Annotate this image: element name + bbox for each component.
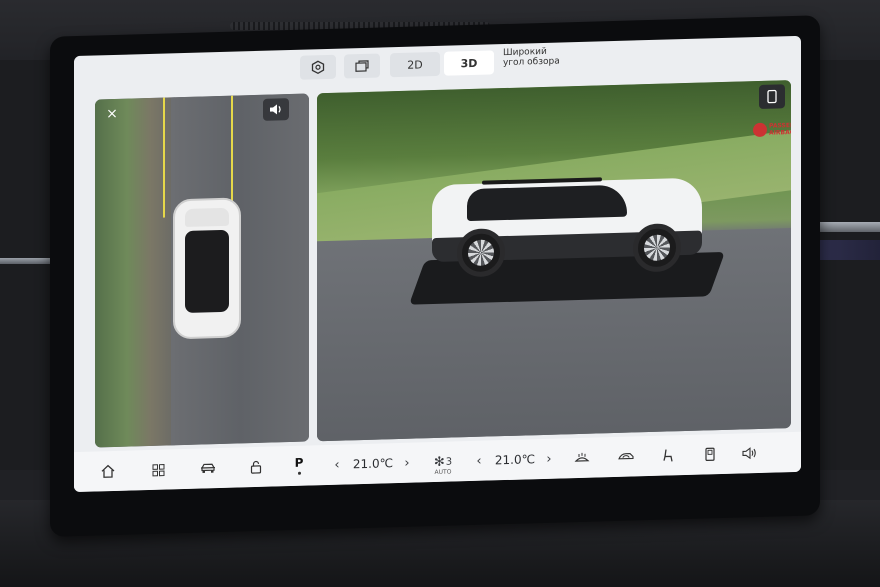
door-icon[interactable] — [698, 442, 722, 467]
car-hood — [185, 207, 229, 227]
3d-camera-view[interactable]: PASSENGER AIRBAG ON — [317, 80, 791, 442]
infotainment-screen: 2D 3D Широкий угол обзора × PASSENGER AI… — [74, 35, 801, 493]
left-temp-decrease-button[interactable]: ‹ — [330, 453, 344, 477]
3d-car-windows — [467, 184, 627, 222]
sound-icon[interactable] — [263, 98, 289, 121]
right-temp-decrease-button[interactable]: ‹ — [472, 449, 486, 473]
guide-line-left — [163, 97, 165, 218]
right-temp-increase-button[interactable]: › — [542, 447, 556, 471]
lock-icon[interactable] — [244, 455, 268, 480]
car-roof — [185, 229, 229, 313]
hexagon-settings-icon[interactable] — [300, 54, 336, 80]
seat-heat-icon[interactable] — [656, 443, 680, 468]
window-toggle-icon[interactable] — [344, 53, 380, 79]
right-temp-value[interactable]: 21.0℃ — [490, 447, 540, 472]
fan-control[interactable]: ✻ 3 AUTO — [428, 449, 458, 477]
left-temp-value[interactable]: 21.0℃ — [348, 451, 398, 476]
top-down-camera-view[interactable]: × — [95, 93, 309, 448]
fan-mode-label: AUTO — [434, 468, 452, 477]
top-down-car-model — [173, 197, 241, 340]
home-icon[interactable] — [96, 459, 120, 484]
tab-3d[interactable]: 3D — [444, 50, 494, 76]
parking-camera-button[interactable]: P — [290, 452, 308, 475]
car-icon[interactable] — [196, 456, 220, 481]
apps-icon[interactable] — [146, 457, 170, 482]
tab-wide-angle[interactable]: Широкий угол обзора — [503, 47, 560, 69]
left-temp-increase-button[interactable]: › — [400, 451, 414, 475]
airbag-icon — [753, 122, 767, 138]
close-icon[interactable]: × — [99, 103, 125, 126]
defrost-icon[interactable] — [570, 446, 594, 471]
passenger-airbag-indicator: PASSENGER AIRBAG ON — [753, 120, 791, 145]
recirculation-icon[interactable] — [614, 444, 638, 469]
guide-line-right — [231, 95, 233, 216]
dashboard-trim-right — [818, 222, 880, 232]
screen-bezel: 2D 3D Широкий угол обзора × PASSENGER AI… — [50, 15, 820, 537]
volume-icon[interactable] — [738, 441, 762, 466]
airbag-line2: AIRBAG ON — [769, 128, 791, 137]
fan-level: 3 — [445, 456, 453, 468]
ambient-light — [818, 240, 880, 260]
tab-2d[interactable]: 2D — [390, 51, 440, 78]
phone-icon[interactable] — [759, 84, 785, 109]
fan-icon: ✻ — [433, 454, 445, 470]
wide-label-line2: угол обзора — [503, 56, 560, 69]
